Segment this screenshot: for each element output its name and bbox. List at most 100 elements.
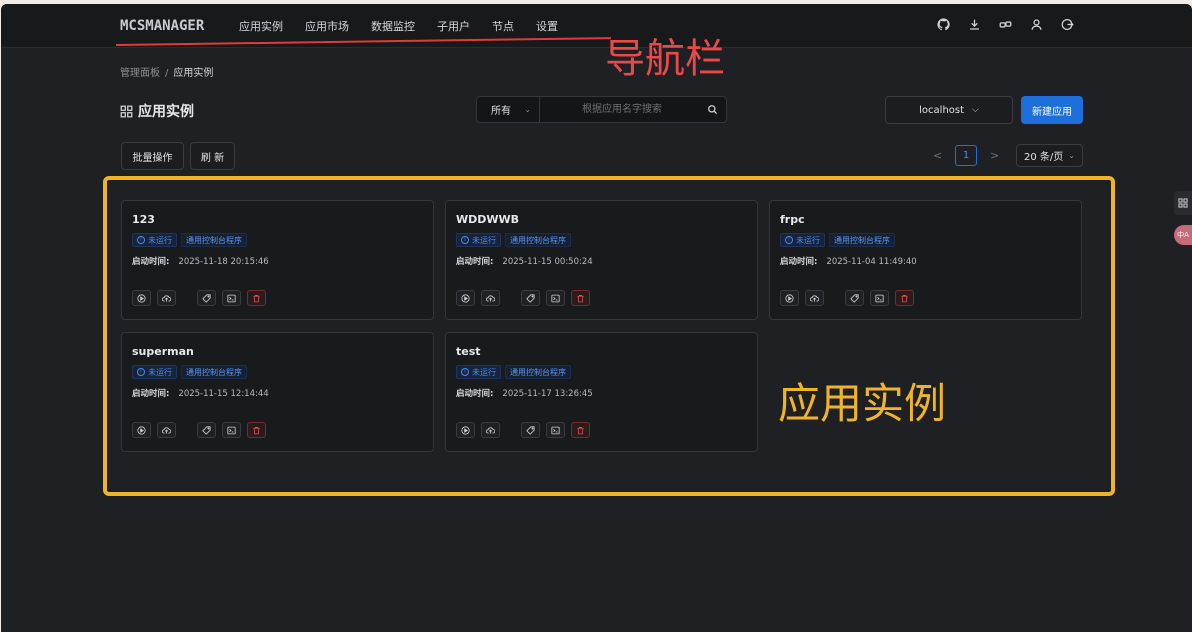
- pager-page-1[interactable]: 1: [955, 145, 977, 166]
- upload-icon[interactable]: [157, 290, 176, 306]
- start-time-value: 2025-11-15 12:14:44: [178, 389, 269, 399]
- search-input[interactable]: [540, 97, 726, 122]
- new-app-button[interactable]: 新建应用: [1021, 96, 1083, 124]
- instance-card[interactable]: superman i 未运行 通用控制台程序 启动时间: 2025-11-15 12…: [121, 332, 434, 452]
- instance-actions: [132, 422, 272, 439]
- instance-actions: [456, 290, 596, 307]
- page-size-value: 20 条/页: [1024, 152, 1064, 163]
- chevron-down-icon: ⌄: [524, 105, 531, 114]
- language-avatar[interactable]: 中A: [1174, 225, 1192, 245]
- side-apps-icon[interactable]: [1174, 191, 1192, 215]
- annotation-nav-label: 导航栏: [605, 36, 725, 82]
- nav-item-subusers[interactable]: 子用户: [437, 18, 470, 34]
- link-icon[interactable]: [999, 18, 1012, 31]
- start-time-label: 启动时间:: [132, 389, 170, 399]
- start-icon[interactable]: [456, 290, 475, 306]
- instance-card[interactable]: WDDWWB i 未运行 通用控制台程序 启动时间: 2025-11-15 00:5…: [445, 200, 758, 320]
- delete-icon[interactable]: [895, 290, 914, 306]
- instance-name: 123: [132, 213, 155, 226]
- info-icon: i: [137, 236, 145, 244]
- download-icon[interactable]: [968, 18, 981, 31]
- info-icon: i: [137, 368, 145, 376]
- type-badge: 通用控制台程序: [505, 233, 571, 247]
- start-time-label: 启动时间:: [456, 389, 494, 399]
- type-badge: 通用控制台程序: [181, 233, 247, 247]
- start-icon[interactable]: [456, 422, 475, 438]
- start-icon[interactable]: [132, 422, 151, 438]
- status-badge: i 未运行: [132, 233, 177, 247]
- instance-tags: i 未运行 通用控制台程序: [780, 233, 895, 247]
- instance-tags: i 未运行 通用控制台程序: [456, 233, 571, 247]
- upload-icon[interactable]: [157, 422, 176, 438]
- mcsmanager-logo[interactable]: MCSMANAGER: [120, 18, 204, 34]
- start-icon[interactable]: [132, 290, 151, 306]
- instance-name: frpc: [780, 213, 805, 226]
- terminal-icon[interactable]: [546, 422, 565, 438]
- status-badge: i 未运行: [780, 233, 825, 247]
- terminal-icon[interactable]: [870, 290, 889, 306]
- start-time-value: 2025-11-15 00:50:24: [502, 257, 593, 267]
- logout-icon[interactable]: [1061, 18, 1074, 31]
- upload-icon[interactable]: [481, 290, 500, 306]
- user-icon[interactable]: [1030, 18, 1043, 31]
- delete-icon[interactable]: [571, 290, 590, 306]
- tag-icon[interactable]: [521, 290, 540, 306]
- tag-icon[interactable]: [197, 290, 216, 306]
- nav-item-instances[interactable]: 应用实例: [239, 18, 283, 34]
- pager-prev-button[interactable]: <: [933, 149, 942, 162]
- upload-icon[interactable]: [481, 422, 500, 438]
- page-size-select[interactable]: 20 条/页 ⌄: [1016, 144, 1083, 167]
- chevron-down-icon: ⌄: [1068, 151, 1075, 160]
- instance-card[interactable]: 123 i 未运行 通用控制台程序 启动时间: 2025-11-18 20:15:4…: [121, 200, 434, 320]
- terminal-icon[interactable]: [222, 422, 241, 438]
- node-select[interactable]: localhost ⌵: [885, 96, 1013, 124]
- start-time-value: 2025-11-17 13:26:45: [502, 389, 593, 399]
- instance-card[interactable]: test i 未运行 通用控制台程序 启动时间: 2025-11-17 13:26:…: [445, 332, 758, 452]
- nav-item-monitor[interactable]: 数据监控: [371, 18, 415, 34]
- status-text: 未运行: [472, 367, 496, 377]
- instance-tags: i 未运行 通用控制台程序: [456, 365, 571, 379]
- nav-item-nodes[interactable]: 节点: [492, 18, 514, 34]
- delete-icon[interactable]: [571, 422, 590, 438]
- search-scope-value: 所有: [491, 106, 511, 117]
- search-scope-select[interactable]: 所有 ⌄: [477, 97, 540, 122]
- batch-operation-button[interactable]: 批量操作: [121, 142, 184, 170]
- status-badge: i 未运行: [132, 365, 177, 379]
- start-icon[interactable]: [780, 290, 799, 306]
- instance-card[interactable]: frpc i 未运行 通用控制台程序 启动时间: 2025-11-04 11:49:…: [769, 200, 1082, 320]
- status-badge: i 未运行: [456, 233, 501, 247]
- status-badge: i 未运行: [456, 365, 501, 379]
- start-time-row: 启动时间: 2025-11-18 20:15:46: [132, 255, 269, 267]
- instance-name: WDDWWB: [456, 213, 520, 226]
- start-time-row: 启动时间: 2025-11-04 11:49:40: [780, 255, 917, 267]
- instance-name: superman: [132, 345, 194, 358]
- delete-icon[interactable]: [247, 290, 266, 306]
- tag-icon[interactable]: [197, 422, 216, 438]
- instance-actions: [456, 422, 596, 439]
- tag-icon[interactable]: [521, 422, 540, 438]
- start-time-value: 2025-11-04 11:49:40: [826, 257, 917, 267]
- status-text: 未运行: [472, 235, 496, 245]
- search-icon[interactable]: [707, 104, 718, 115]
- instance-name: test: [456, 345, 481, 358]
- search-group: 所有 ⌄: [476, 96, 727, 123]
- type-badge: 通用控制台程序: [829, 233, 895, 247]
- type-badge: 通用控制台程序: [505, 365, 571, 379]
- upload-icon[interactable]: [805, 290, 824, 306]
- page-title-text: 应用实例: [138, 104, 194, 120]
- pager-next-button[interactable]: >: [990, 149, 999, 162]
- start-time-label: 启动时间:: [456, 257, 494, 267]
- grid-icon: [120, 105, 133, 118]
- tag-icon[interactable]: [845, 290, 864, 306]
- start-time-row: 启动时间: 2025-11-15 00:50:24: [456, 255, 593, 267]
- breadcrumb-parent[interactable]: 管理面板: [120, 68, 160, 79]
- annotation-instances-label: 应用实例: [778, 379, 947, 428]
- terminal-icon[interactable]: [222, 290, 241, 306]
- breadcrumb-current: 应用实例: [173, 68, 214, 79]
- refresh-button[interactable]: 刷 新: [190, 142, 235, 170]
- delete-icon[interactable]: [247, 422, 266, 438]
- nav-item-settings[interactable]: 设置: [536, 18, 558, 34]
- terminal-icon[interactable]: [546, 290, 565, 306]
- nav-item-market[interactable]: 应用市场: [305, 18, 349, 34]
- github-icon[interactable]: [937, 18, 950, 31]
